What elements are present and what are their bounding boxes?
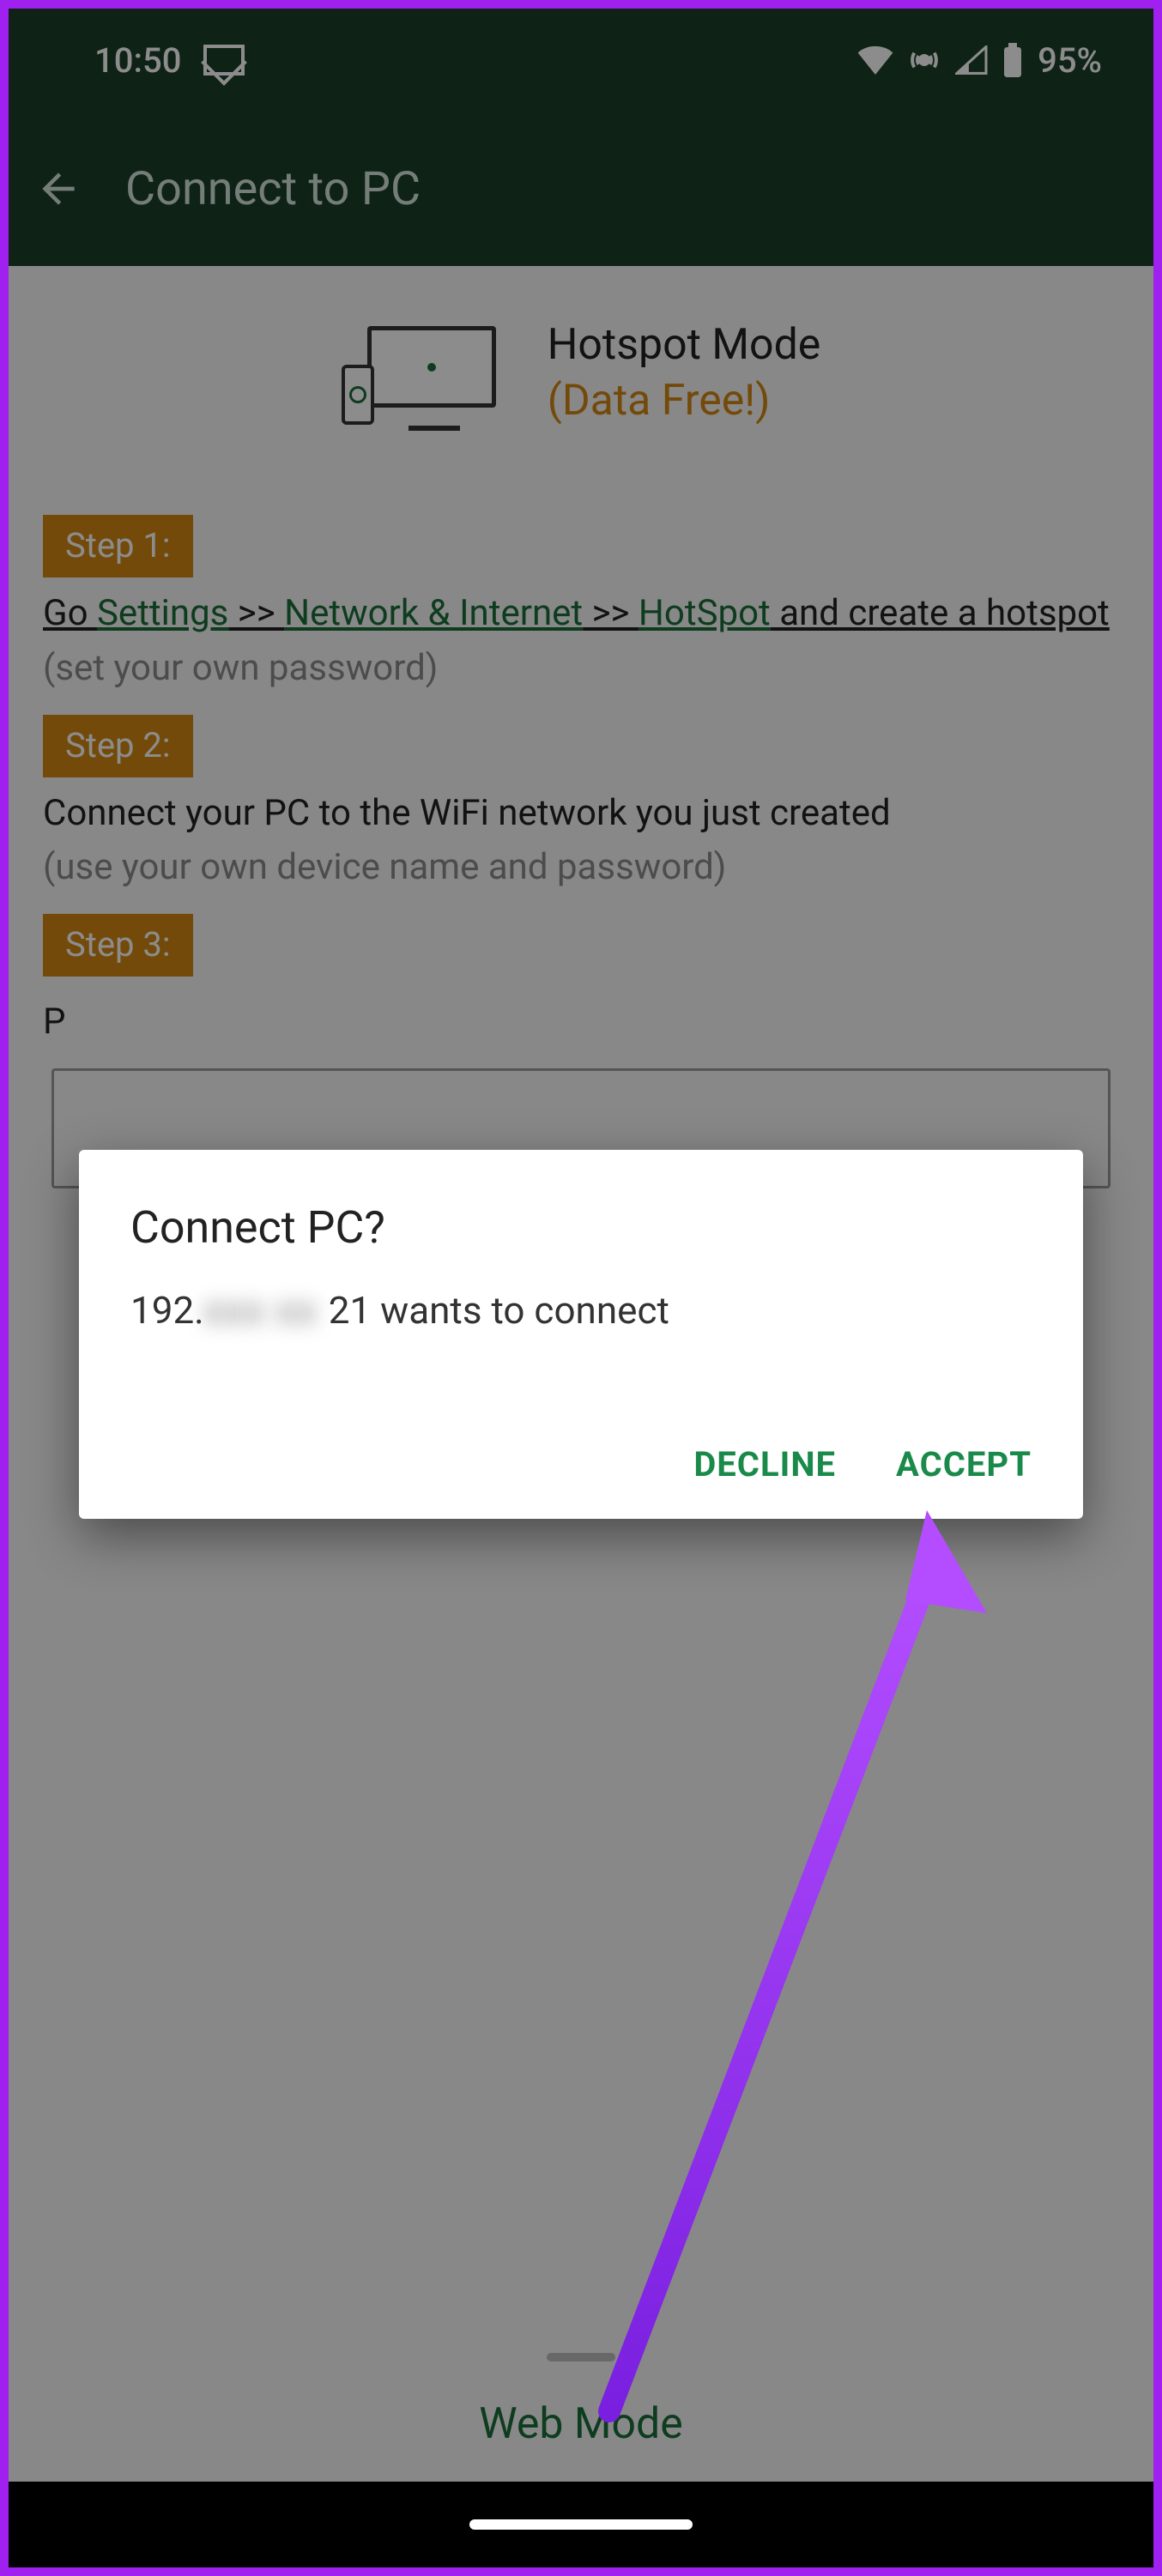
ip-redacted: xxx xx (204, 1288, 329, 1333)
decline-button[interactable]: DECLINE (693, 1444, 836, 1485)
annotation-arrow-icon (558, 1485, 1004, 2428)
connect-pc-dialog: Connect PC? 192.xxx xx 21 wants to conne… (79, 1150, 1083, 1519)
home-indicator[interactable] (469, 2519, 693, 2530)
accept-button[interactable]: ACCEPT (896, 1444, 1032, 1485)
dialog-title: Connect PC? (130, 1201, 1032, 1254)
device-frame: 10:50 (0, 0, 1162, 2576)
dialog-message: 192.xxx xx 21 wants to connect (130, 1288, 1032, 1333)
modal-scrim[interactable]: Connect PC? 192.xxx xx 21 wants to conne… (9, 9, 1153, 2567)
screen: 10:50 (9, 9, 1153, 2567)
